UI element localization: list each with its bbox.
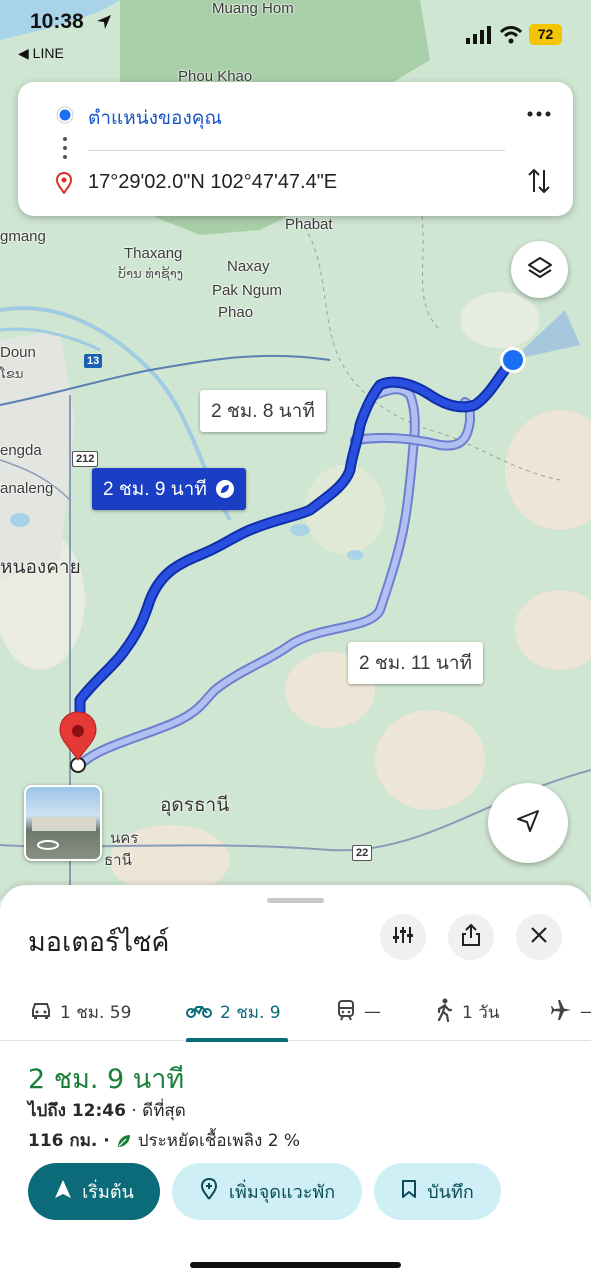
origin-field[interactable]: ตำแหน่งของคุณ: [88, 103, 222, 133]
arrival-note: · ดีที่สุด: [125, 1101, 186, 1121]
fuel-savings: ประหยัดเชื้อเพลิง 2 %: [137, 1131, 301, 1151]
map-label-phao: Phao: [218, 304, 254, 321]
bookmark-icon: [401, 1179, 417, 1204]
wifi-icon: [499, 24, 523, 48]
tab-walk-label: 1 วัน: [462, 1002, 500, 1023]
route-time-selected-label: 2 ชม. 9 นาที: [103, 479, 207, 500]
route-13-shield: 13: [84, 354, 103, 368]
map-label-nong-khai: หนองคาย: [0, 557, 81, 578]
alt-routes: [75, 384, 475, 770]
status-time: 10:38: [30, 10, 84, 33]
map-label-doun: Doun: [0, 344, 36, 361]
add-stop-label: เพิ่มจุดแวะพัก: [228, 1182, 336, 1203]
navigation-start-icon: [54, 1179, 72, 1204]
map-label-phabat: Phabat: [285, 216, 333, 233]
close-button[interactable]: [516, 914, 562, 960]
battery-indicator: 72: [529, 24, 562, 45]
arrival-info: ไปถึง 12:46 · ดีที่สุด: [28, 1097, 186, 1124]
tab-drive[interactable]: 1 ชม. 59: [30, 983, 131, 1041]
map-label-doun-lao: ໂຂນ: [0, 366, 24, 381]
motorcycle-icon: [186, 1001, 212, 1024]
eco-leaf-icon: [116, 1133, 132, 1149]
back-to-line-link[interactable]: ◀ LINE: [18, 45, 64, 62]
tab-flight-label: —: [580, 1002, 591, 1022]
active-tab-indicator: [186, 1038, 288, 1042]
destination-pin-icon: [55, 171, 73, 198]
route-time-alt2[interactable]: 2 ชม. 11 นาที: [348, 642, 484, 684]
home-indicator: [190, 1262, 401, 1268]
sliders-icon: [392, 924, 414, 950]
tab-transit-label: —: [364, 1002, 381, 1022]
eco-leaf-icon: [215, 479, 235, 499]
status-bar: 10:38 ◀ LINE 72: [0, 0, 591, 70]
tab-transit[interactable]: —: [336, 983, 381, 1041]
directions-card: ตำแหน่งของคุณ 17°29'02.0"N 102°47'47.4"E: [18, 82, 573, 216]
map-label-engda: engda: [0, 442, 42, 459]
route-time-selected[interactable]: 2 ชม. 9 นาที: [92, 468, 246, 510]
swap-directions-icon[interactable]: [526, 166, 552, 200]
map-label-thaxang-lao: ບ້ານ ທ່າຊ້າງ: [118, 266, 183, 281]
layers-button[interactable]: [511, 241, 568, 298]
map-label-udon-partial: นคร: [110, 830, 139, 847]
route-time-alt1[interactable]: 2 ชม. 8 นาที: [200, 390, 326, 432]
more-options-icon[interactable]: [526, 104, 552, 128]
sheet-title: มอเตอร์ไซค์: [28, 927, 170, 958]
car-icon: [30, 1000, 52, 1025]
share-button[interactable]: [448, 914, 494, 960]
save-button[interactable]: บันทึก: [374, 1163, 501, 1220]
tab-motorcycle-label: 2 ชม. 9: [220, 1002, 281, 1023]
start-button[interactable]: เริ่มต้น: [28, 1163, 160, 1220]
train-icon: [336, 999, 356, 1026]
directions-sheet: มอเตอร์ไซค์ 1 ชม. 59 2 ชม. 9 — 1 วัน 2 ช…: [0, 885, 591, 1280]
rotate-360-icon: [36, 836, 60, 855]
map-label-naxay: Naxay: [227, 258, 270, 275]
tab-motorcycle[interactable]: 2 ชม. 9: [186, 983, 288, 1042]
map-label-udon-thani: อุดรธานี: [160, 795, 230, 816]
tab-walk[interactable]: 1 วัน: [434, 983, 499, 1041]
map-label-udon-partial2: ธานี: [104, 852, 132, 869]
map-label-thaxang: Thaxang: [124, 245, 183, 262]
add-stop-button[interactable]: เพิ่มจุดแวะพัก: [172, 1163, 362, 1220]
destination-field[interactable]: 17°29'02.0"N 102°47'47.4"E: [88, 171, 337, 194]
location-arrow-icon: [96, 14, 112, 34]
route-duration: 2 ชม. 9 นาที: [28, 1064, 185, 1095]
tab-drive-label: 1 ชม. 59: [60, 1002, 132, 1023]
navigation-arrow-icon: [515, 808, 541, 838]
street-view-thumbnail[interactable]: [24, 785, 102, 861]
sheet-grabber[interactable]: [267, 898, 324, 903]
tab-flight[interactable]: —: [550, 983, 591, 1041]
save-button-label: บันทึก: [427, 1182, 474, 1203]
share-icon: [460, 923, 482, 951]
arrival-time: ไปถึง 12:46: [28, 1101, 126, 1121]
distance-info: 116 กม. · ประหยัดเชื้อเพลิง 2 %: [28, 1127, 300, 1154]
route-options-button[interactable]: [380, 914, 426, 960]
cellular-signal-icon: [466, 26, 492, 48]
travel-mode-tabs: 1 ชม. 59 2 ชม. 9 — 1 วัน —: [0, 983, 591, 1042]
field-divider: [88, 150, 505, 151]
route-22-shield: 22: [352, 845, 373, 861]
route-212-shield: 212: [72, 451, 99, 467]
walk-icon: [434, 998, 454, 1027]
add-location-icon: [199, 1177, 219, 1205]
map-label-analeng: analeng: [0, 480, 54, 497]
plane-icon: [550, 999, 572, 1026]
close-icon: [530, 926, 548, 948]
route-dots-icon: [62, 136, 68, 164]
recenter-button[interactable]: [488, 783, 568, 863]
map-label-gmang: gmang: [0, 228, 46, 245]
start-button-label: เริ่มต้น: [82, 1182, 134, 1203]
layers-icon: [526, 254, 554, 286]
origin-dot-icon: [56, 106, 74, 128]
route-distance: 116 กม. ·: [28, 1131, 110, 1151]
map-label-pak-ngum: Pak Ngum: [212, 282, 283, 299]
